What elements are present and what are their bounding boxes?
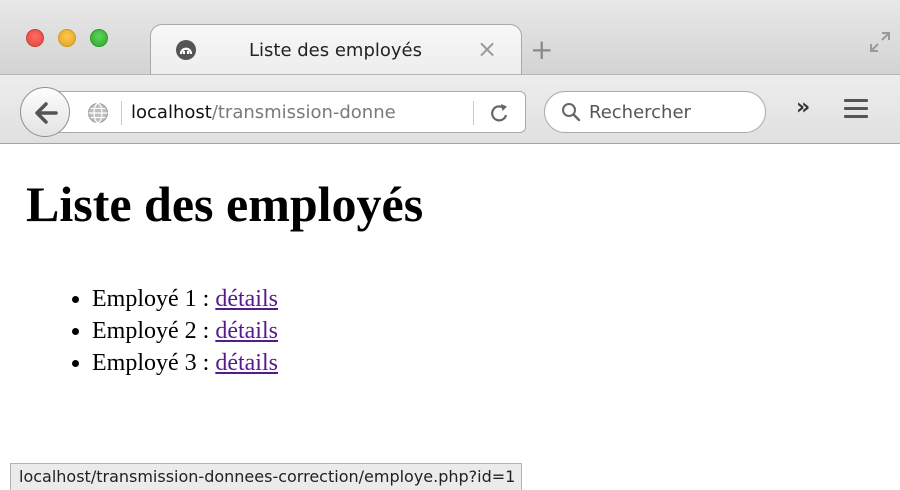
list-item: Employé 3 : détails: [92, 347, 278, 379]
employee-details-link[interactable]: détails: [215, 350, 278, 376]
employee-label: Employé 2 :: [92, 318, 216, 344]
search-bar[interactable]: [544, 91, 766, 133]
employee-details-link[interactable]: détails: [215, 286, 278, 312]
search-icon: [562, 103, 581, 122]
site-globe-icon[interactable]: [87, 102, 109, 124]
menu-bar-line: [844, 99, 868, 102]
url-bar[interactable]: localhost/transmission-donne: [56, 91, 526, 133]
back-arrow-icon: [35, 102, 58, 124]
search-input[interactable]: [589, 98, 759, 126]
window-maximize-button[interactable]: [90, 29, 108, 47]
list-item: Employé 2 : détails: [92, 315, 278, 347]
tab-title: Liste des employés: [249, 40, 423, 61]
back-button[interactable]: [20, 87, 70, 137]
page-content: Liste des employés Employé 1 : détails E…: [0, 145, 900, 490]
url-path: /transmission-donne: [211, 102, 396, 123]
tab-close-icon[interactable]: ×: [477, 35, 497, 63]
employee-details-link[interactable]: détails: [215, 318, 278, 344]
list-item: Employé 1 : détails: [92, 283, 278, 315]
menu-bar-line: [844, 107, 868, 110]
page-title: Liste des employés: [26, 176, 424, 232]
title-bar: Liste des employés × +: [0, 0, 900, 76]
url-divider: [121, 101, 122, 125]
window-close-button[interactable]: [26, 29, 44, 47]
url-divider-right: [473, 101, 474, 125]
new-tab-button[interactable]: +: [530, 34, 553, 66]
employee-label: Employé 1 :: [92, 286, 216, 312]
fullscreen-icon[interactable]: [868, 30, 892, 54]
url-text[interactable]: localhost/transmission-donne: [131, 102, 431, 123]
reload-icon[interactable]: [489, 101, 511, 125]
navigation-toolbar: localhost/transmission-donne »: [0, 74, 900, 144]
employee-label: Employé 3 :: [92, 350, 216, 376]
tab-active[interactable]: Liste des employés ×: [150, 24, 522, 76]
status-bar-url: localhost/transmission-donnees-correctio…: [10, 463, 523, 490]
overflow-chevron-button[interactable]: »: [796, 95, 810, 120]
employee-list: Employé 1 : détails Employé 2 : détails …: [92, 283, 278, 379]
menu-bar-line: [844, 115, 868, 118]
url-host: localhost: [131, 102, 212, 123]
tab-favicon-icon: [176, 40, 196, 60]
window-minimize-button[interactable]: [58, 29, 76, 47]
hamburger-menu-icon[interactable]: [844, 99, 868, 121]
